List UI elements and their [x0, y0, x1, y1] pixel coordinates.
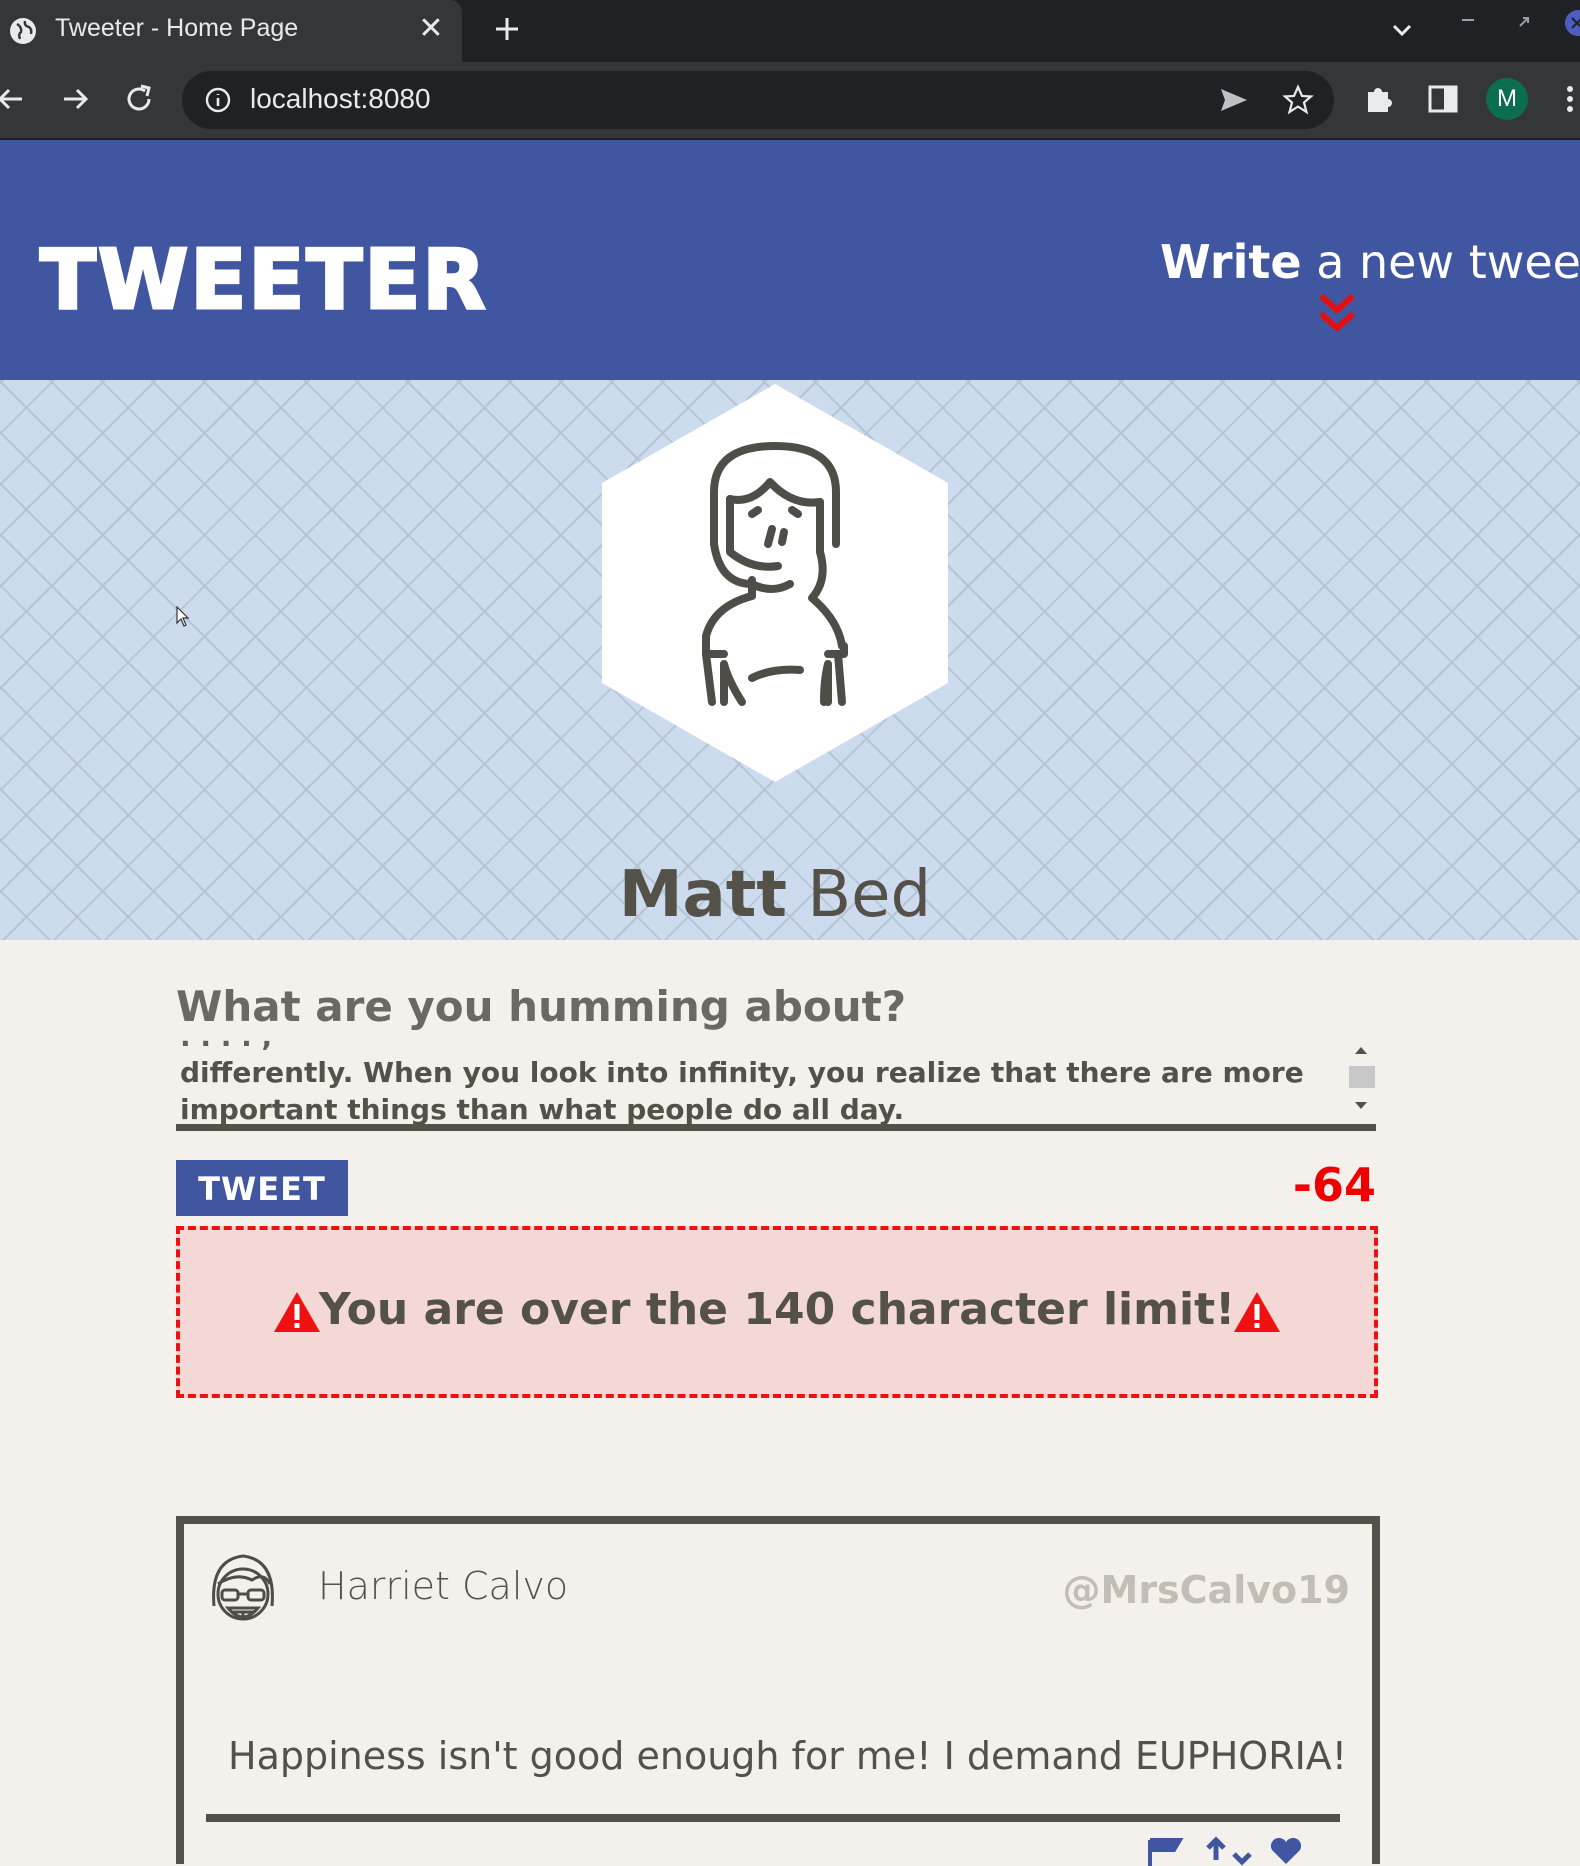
close-window-icon[interactable]	[1560, 8, 1580, 38]
new-tab-icon[interactable]	[490, 12, 524, 46]
flag-icon	[1148, 1838, 1184, 1866]
browser-tab-bar: Tweeter - Home Page ✕	[0, 0, 1580, 62]
site-logo: TWEETER	[39, 233, 488, 328]
retweet-icon	[1206, 1836, 1252, 1866]
address-bar[interactable]: localhost:8080	[182, 71, 1334, 129]
send-tab-icon[interactable]	[1218, 84, 1250, 116]
profile-last-name: Bed	[786, 858, 932, 932]
tweet-divider	[206, 1814, 1340, 1822]
bookmark-star-icon[interactable]	[1282, 84, 1314, 116]
tweet-card: Harriet Calvo @MrsCalvo19 Happiness isn'…	[176, 1516, 1380, 1866]
profile-name: Matt Bed	[0, 858, 1550, 932]
mouse-cursor-icon	[176, 606, 190, 627]
write-strong: Write	[1160, 235, 1302, 289]
globe-icon	[10, 18, 36, 44]
compose-textarea[interactable]: . . . . ,differently. When you look into…	[176, 1038, 1376, 1131]
textarea-scrollbar[interactable]	[1346, 1042, 1376, 1114]
character-counter: -64	[1292, 1158, 1376, 1212]
profile-avatar[interactable]: M	[1486, 78, 1528, 120]
restore-icon[interactable]	[1514, 12, 1534, 32]
tweet-actions	[1148, 1836, 1302, 1866]
browser-tab[interactable]: Tweeter - Home Page ✕	[0, 0, 462, 62]
tweet-author-handle: @MrsCalvo19	[1062, 1568, 1351, 1612]
error-message-box: You are over the 140 character limit!	[176, 1226, 1378, 1398]
profile-avatar-hexagon	[602, 384, 948, 782]
browser-toolbar: localhost:8080 M	[0, 62, 1580, 140]
write-new-tweet-link[interactable]: Write a new tweet	[1160, 235, 1580, 289]
tweet-submit-button[interactable]: TWEET	[176, 1160, 348, 1216]
tab-title: Tweeter - Home Page	[55, 14, 299, 42]
forward-icon[interactable]	[58, 82, 92, 116]
tab-close-icon[interactable]: ✕	[416, 14, 446, 44]
profile-first-name: Matt	[618, 858, 787, 932]
tab-search-chevron-icon[interactable]	[1388, 16, 1416, 44]
extensions-puzzle-icon[interactable]	[1362, 82, 1396, 116]
reload-icon[interactable]	[122, 82, 156, 116]
compose-label: What are you humming about?	[176, 982, 907, 1031]
menu-kebab-icon[interactable]	[1560, 82, 1580, 116]
site-header: TWEETER Write a new tweet	[0, 140, 1580, 380]
side-panel-icon[interactable]	[1426, 82, 1460, 116]
warning-triangle-icon	[1234, 1292, 1280, 1332]
write-rest: a new tweet	[1301, 235, 1580, 289]
minimize-icon[interactable]	[1458, 14, 1478, 24]
address-url[interactable]: localhost:8080	[250, 83, 431, 115]
profile-banner: Matt Bed	[0, 380, 1580, 940]
tweet-body: Happiness isn't good enough for me! I de…	[228, 1734, 1348, 1778]
user-avatar-icon	[212, 1554, 274, 1621]
site-info-icon[interactable]	[204, 86, 232, 114]
double-chevron-down-icon[interactable]	[1315, 290, 1359, 336]
compose-textarea-text: . . . . ,differently. When you look into…	[180, 1038, 1304, 1126]
error-message-text: You are over the 140 character limit!	[318, 1284, 1236, 1335]
back-icon[interactable]	[0, 82, 28, 116]
tweet-author-name: Harriet Calvo	[318, 1564, 569, 1608]
